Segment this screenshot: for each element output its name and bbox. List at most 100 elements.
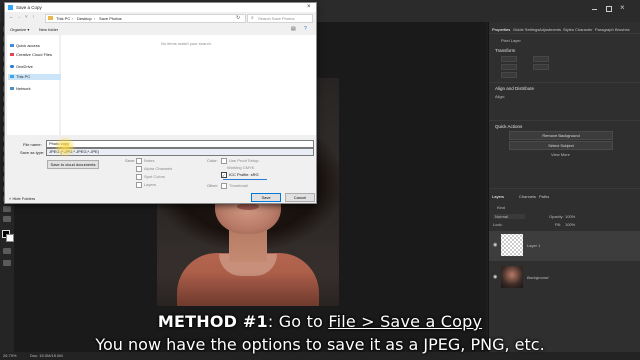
icc-underline [223,179,267,180]
photoshop-app-icon [8,5,13,10]
tab-paragraph[interactable]: Paragraph [595,27,614,32]
use-proof-setup-option[interactable]: Use Proof Setup: [221,158,259,164]
background-color-swatch[interactable] [6,234,14,242]
layer-thumbnail [501,266,523,288]
alpha-channels-option[interactable]: Alpha Channels [136,166,172,172]
save-dialog: Save a Copy × ← → ˅ ↑ This PC › Desktop … [4,2,317,204]
option-label: Spot Colors [144,174,165,180]
save-options-label: Save: [125,158,136,163]
hide-folders-toggle[interactable]: ˄ Hide Folders [9,196,35,201]
opacity-value[interactable]: 100% [565,214,575,219]
nav-label: Quick access [16,43,40,48]
layers-option[interactable]: Layers [136,182,156,188]
layer-row[interactable]: ◉ Layer 1 [489,231,640,261]
breadcrumb-save-photos[interactable]: Save Photos [99,16,122,21]
minimize-icon[interactable] [592,9,597,10]
zoom-tool-icon[interactable] [3,216,11,222]
nav-item-quick-access[interactable]: Quick access [10,43,58,49]
layer-thumbnail [501,234,523,256]
close-icon[interactable]: × [620,3,625,12]
tab-layers[interactable]: Layers [492,194,504,199]
width-field[interactable] [501,56,517,62]
eye-icon[interactable]: ◉ [493,242,497,248]
up-arrow-icon[interactable]: ↑ [32,14,34,19]
spot-colors-option[interactable]: Spot Colors [136,174,165,180]
tab-channels[interactable]: Channels [519,194,536,199]
height-field[interactable] [533,56,549,62]
tab-guide-settings[interactable]: Guide Settings [513,27,539,32]
screen-mode-icon[interactable] [3,260,11,266]
save-as-type-select[interactable]: JPEG (*.JPG;*.JPEG;*.JPE) [46,148,314,156]
hide-folders-label: Hide Folders [12,196,36,201]
hand-tool-icon[interactable] [3,206,11,212]
save-button[interactable]: Save [251,193,281,202]
tab-properties[interactable]: Properties [492,27,510,32]
option-label: Use Proof Setup: [229,158,260,164]
thumbnail-option[interactable]: Thumbnail [221,183,248,189]
caption-method: METHOD #1 [157,312,268,331]
option-label: Alpha Channels [144,166,173,172]
caption-line-1: METHOD #1: Go to File > Save a Copy [0,312,640,331]
fill-value[interactable]: 100% [565,222,575,227]
tab-styles[interactable]: Styles [563,27,574,32]
view-more-link[interactable]: View More [551,152,570,157]
x-field[interactable] [501,64,517,70]
cancel-button[interactable]: Cancel [285,193,315,202]
search-placeholder: Search Save Photos [258,16,295,21]
layer-row[interactable]: ◉ Background [489,263,640,293]
tab-brushes[interactable]: Brushes [615,27,630,32]
icc-profile-value: sRG [250,172,259,178]
maximize-icon[interactable] [606,6,612,12]
divider [489,82,640,83]
nav-item-onedrive[interactable]: OneDrive [10,64,58,70]
view-options-icon[interactable]: ▤ [291,26,296,32]
divider [489,188,640,189]
nav-item-this-pc[interactable]: This PC [8,74,61,80]
address-bar[interactable]: This PC › Desktop › Save Photos ↻ [45,14,246,23]
breadcrumb-desktop[interactable]: Desktop [77,16,92,21]
dialog-titlebar[interactable]: Save a Copy × [5,3,316,12]
search-field[interactable]: ⌕ Search Save Photos [247,14,313,23]
network-icon [10,87,14,91]
file-name-input[interactable]: Photo copy [46,140,314,148]
save-to-cloud-button[interactable]: Save to cloud documents [47,160,99,169]
help-icon[interactable]: ? [304,26,307,32]
nav-item-creative-cloud[interactable]: Creative Cloud Files [10,52,58,58]
refresh-icon[interactable]: ↻ [236,15,240,21]
quick-mask-icon[interactable] [3,248,11,254]
select-subject-button[interactable]: Select Subject [509,141,613,150]
tab-character[interactable]: Character [575,27,593,32]
blend-mode-select[interactable]: Normal [493,214,525,219]
organize-menu[interactable]: Organize ▾ [10,27,29,32]
nav-item-network[interactable]: Network [10,86,58,92]
remove-background-button[interactable]: Remove Background [509,131,613,140]
notes-option[interactable]: Notes [136,158,154,164]
nav-label: This PC [16,74,31,79]
dialog-close-icon[interactable]: × [307,4,311,10]
icc-profile-option[interactable]: ✓ ICC Profile: sRG [221,172,259,178]
tab-adjustments[interactable]: Adjustments [539,27,561,32]
caption-line-2: You now have the options to save it as a… [95,335,545,354]
angle-field[interactable] [501,72,517,78]
forward-arrow-icon[interactable]: → [17,14,22,19]
file-list[interactable]: No items match your search. [61,35,316,135]
new-folder-button[interactable]: New folder [39,27,58,32]
cursor-highlight [55,137,75,157]
opacity-label: Opacity: [549,214,564,219]
y-field[interactable] [533,64,549,70]
breadcrumb-separator-icon: › [94,16,96,21]
tab-paths[interactable]: Paths [539,194,549,199]
back-arrow-icon[interactable]: ← [9,14,14,19]
eye-icon[interactable]: ◉ [493,274,497,280]
layer-name: Background [527,275,549,280]
folder-icon [48,16,53,20]
dialog-title: Save a Copy [16,5,42,10]
recent-dropdown-icon[interactable]: ˅ [25,14,28,19]
computer-icon [10,75,14,79]
lock-label: Lock: [493,222,503,227]
breadcrumb-this-pc[interactable]: This PC [56,16,70,21]
save-as-type-label: Save as type: [20,150,45,155]
layer-filter-kind[interactable]: Kind [497,205,505,210]
cloud-icon [10,65,14,69]
option-label: Thumbnail [229,183,248,189]
